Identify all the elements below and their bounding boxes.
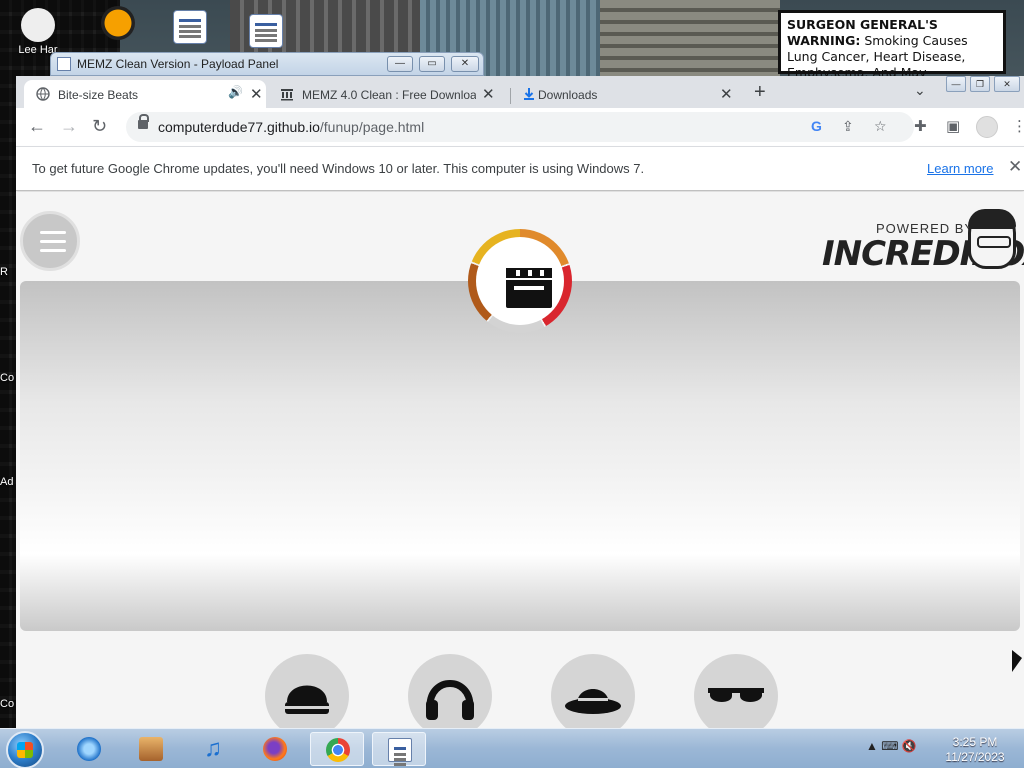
update-infobar: To get future Google Chrome updates, you… — [16, 146, 1024, 191]
headphones-icon — [426, 680, 474, 720]
hamburger-menu-button[interactable] — [20, 211, 80, 271]
infobar-message: To get future Google Chrome updates, you… — [32, 161, 645, 176]
memz-close-button[interactable]: ✕ — [451, 56, 479, 72]
share-icon[interactable]: ⇪ — [842, 118, 854, 135]
lock-icon[interactable] — [138, 114, 149, 129]
game-stage[interactable] — [20, 281, 1020, 631]
desktop-icon-half-life[interactable] — [88, 6, 148, 42]
window-restore-button[interactable]: ❐ — [970, 76, 990, 92]
surgeon-general-warning: SURGEON GENERAL'S WARNING: Smoking Cause… — [778, 10, 1006, 96]
desktop-icon-settings-doc[interactable] — [160, 10, 220, 46]
system-clock[interactable]: 3:25 PM 11/27/2023 — [940, 735, 1010, 765]
desktop-label-4: Co — [0, 698, 15, 710]
character-headphones-button[interactable] — [408, 654, 492, 728]
cap-icon — [285, 685, 329, 714]
desktop-label-3: Ad — [0, 476, 14, 488]
memz-executable-icon — [388, 738, 412, 762]
memz-minimize-button[interactable]: — — [387, 56, 413, 72]
lambda-icon — [101, 6, 135, 40]
music-note-icon: ♫ — [204, 735, 222, 762]
reload-icon[interactable]: ↻ — [92, 116, 107, 137]
taskbar-memz[interactable] — [372, 732, 426, 766]
internet-explorer-icon — [77, 737, 101, 761]
tab-label: Downloads — [538, 88, 598, 102]
clock-time: 3:25 PM — [952, 735, 998, 749]
archive-org-icon — [281, 89, 293, 101]
bookmark-star-icon[interactable]: ☆ — [874, 118, 887, 135]
record-button-inner — [476, 237, 564, 325]
clock-date: 11/27/2023 — [945, 750, 1005, 764]
tab-label: MEMZ 4.0 Clean : Free Download — [302, 88, 476, 102]
executable-icon — [249, 14, 283, 48]
desktop-label-2: Co — [0, 372, 15, 384]
tab-memz-download[interactable]: MEMZ 4.0 Clean : Free Download ✕ — [268, 80, 508, 108]
character-cap-button[interactable] — [265, 654, 349, 728]
audio-playing-icon[interactable]: 🔊 — [228, 85, 243, 99]
taskbar-firefox[interactable] — [248, 732, 302, 766]
taskbar: ♫ ▲ ⌨ 🔇 3:25 PM 11/27/2023 — [0, 728, 1024, 768]
new-tab-button[interactable]: + — [754, 81, 766, 104]
memz-payload-panel[interactable]: MEMZ Clean Version - Payload Panel — ▭ ✕ — [50, 52, 484, 76]
taskbar-itunes[interactable]: ♫ — [186, 732, 240, 766]
start-button[interactable] — [6, 731, 44, 768]
close-infobar-icon[interactable]: ✕ — [1008, 157, 1022, 177]
tab-search-chevron-icon[interactable]: ⌄ — [914, 82, 926, 99]
tab-bite-size-beats[interactable]: Bite-size Beats 🔊 ✕ — [24, 80, 266, 108]
browser-toolbar: ← → ↻ computerdude77.github.io/funup/pag… — [16, 108, 1024, 146]
incredibox-mascot-icon — [968, 209, 1016, 269]
window-minimize-button[interactable]: — — [946, 76, 966, 92]
desktop-icon-user[interactable]: Lee Har — [8, 8, 68, 56]
google-lens-icon[interactable]: G — [811, 118, 822, 134]
memz-title: MEMZ Clean Version - Payload Panel — [77, 57, 279, 71]
fedora-icon — [565, 689, 621, 714]
incredibox-page: POWERED BY INCREDIBOX — [16, 192, 1024, 728]
forward-arrow-icon[interactable]: → — [60, 116, 78, 137]
tab-label: Bite-size Beats — [58, 88, 139, 102]
record-video-button[interactable] — [468, 229, 572, 333]
firefox-icon — [263, 737, 287, 761]
chrome-icon — [326, 738, 350, 762]
chrome-window: Bite-size Beats 🔊 ✕ MEMZ 4.0 Clean : Fre… — [16, 76, 1024, 728]
menu-bar — [40, 240, 66, 243]
character-fedora-button[interactable] — [551, 654, 635, 728]
building-right — [600, 0, 780, 80]
url-text[interactable]: computerdude77.github.io/funup/page.html — [158, 119, 424, 135]
window-close-button[interactable]: ✕ — [994, 76, 1020, 92]
tray-icons[interactable]: ▲ ⌨ 🔇 — [866, 739, 917, 753]
taskbar-ie[interactable] — [62, 732, 116, 766]
mouse-cursor — [1012, 650, 1022, 672]
memz-maximize-button[interactable]: ▭ — [419, 56, 445, 72]
document-gear-icon — [173, 10, 207, 44]
taskbar-media-library[interactable] — [124, 732, 178, 766]
profile-avatar[interactable] — [976, 116, 998, 138]
memz-app-icon — [57, 57, 71, 71]
menu-bar — [40, 249, 66, 252]
back-arrow-icon[interactable]: ← — [28, 116, 46, 137]
desktop-label-1: R — [0, 266, 8, 278]
download-icon — [524, 88, 534, 100]
taskbar-chrome[interactable] — [310, 732, 364, 766]
extensions-puzzle-icon[interactable]: ✚ — [914, 117, 927, 135]
side-panel-icon[interactable]: ▣ — [946, 117, 960, 135]
user-avatar-icon — [21, 8, 55, 42]
globe-icon — [36, 87, 50, 101]
learn-more-link[interactable]: Learn more — [927, 161, 993, 176]
sunglasses-icon — [708, 688, 764, 702]
character-sunglasses-button[interactable] — [694, 654, 778, 728]
close-tab-icon[interactable]: ✕ — [250, 85, 263, 103]
menu-bar — [40, 231, 66, 234]
tab-downloads[interactable]: Downloads ✕ — [510, 80, 740, 108]
media-library-icon — [139, 737, 163, 761]
close-tab-icon[interactable]: ✕ — [482, 85, 495, 103]
desktop-icon-exe[interactable] — [236, 14, 296, 50]
clapperboard-icon — [506, 268, 552, 308]
more-menu-icon[interactable]: ⋮ — [1012, 117, 1024, 135]
address-bar[interactable]: computerdude77.github.io/funup/page.html… — [126, 112, 914, 142]
tab-strip: Bite-size Beats 🔊 ✕ MEMZ 4.0 Clean : Fre… — [16, 76, 1024, 108]
close-tab-icon[interactable]: ✕ — [720, 85, 733, 103]
